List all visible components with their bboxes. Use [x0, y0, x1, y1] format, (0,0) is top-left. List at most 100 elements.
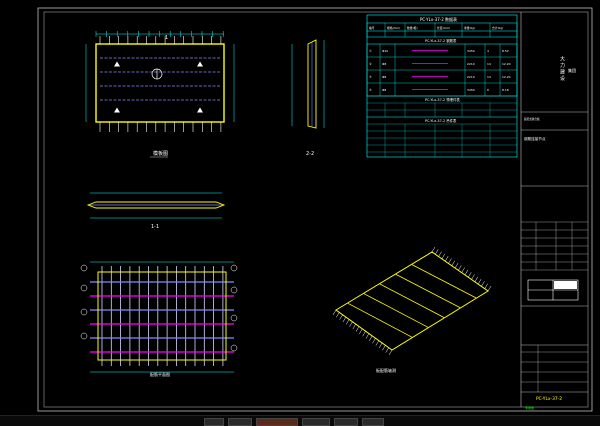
panel-outline [95, 43, 225, 123]
callout-bubble [230, 264, 238, 272]
axon-bar [395, 273, 461, 309]
table-cell: ④ [369, 88, 372, 92]
elevation-view[interactable]: 1 模板图 [85, 31, 235, 158]
axon-stub [481, 281, 485, 287]
table-header-cell: 长度(mm) [437, 26, 450, 30]
lift-point-icon [114, 61, 120, 67]
table-header-cell: 编号 [369, 26, 375, 30]
table-cell: ① [369, 49, 372, 53]
axon-stub [464, 269, 469, 276]
callout-bubble [80, 332, 88, 340]
axon-stub [461, 267, 465, 273]
axonometric-view[interactable]: 板配筋轴测 [332, 246, 492, 373]
sign-box-fill [554, 281, 577, 289]
axon-bar [363, 293, 429, 328]
axon-stub [388, 349, 393, 356]
stamp-label: 专用章 [525, 405, 534, 410]
table-cell: 2210 [467, 75, 475, 79]
table-cell: 2210 [467, 62, 475, 66]
axon-stub [375, 340, 380, 346]
axon-stub [362, 331, 366, 337]
table-1-subtitle: PC-YLx-37-2 钢筋表 [425, 38, 457, 43]
axon-bar [379, 283, 445, 318]
axon-stub [468, 272, 472, 278]
axon-stub [448, 258, 452, 264]
callout-bubble [80, 264, 88, 272]
axon-stub [336, 312, 340, 318]
lift-point-icon [197, 61, 203, 67]
axon-stub [369, 335, 373, 342]
axon-stub [487, 285, 492, 292]
axon-stub [451, 260, 455, 266]
axon-stub [435, 249, 439, 255]
table-header-cell: 重量(kg) [464, 26, 475, 30]
axon-stub [342, 316, 347, 323]
callout-bubble [230, 344, 238, 352]
section-22-label: 2-2 [306, 151, 314, 157]
table-cell: ② [369, 62, 372, 66]
rebar-plan-view[interactable]: 配筋平面图 [80, 261, 238, 377]
axon-stub [349, 321, 353, 327]
table-header-cell: 合计(kg) [492, 26, 503, 30]
axon-stub [352, 323, 356, 330]
axon-stub [438, 251, 442, 257]
rebar-table: PC-YLx-37-2 数据表 编号 规格(mm) 数量(根) 长度(mm) 重量(kg… [366, 14, 518, 158]
axon-bar [347, 302, 413, 338]
table-cell: 8.52 [502, 49, 509, 53]
project-name: 装配式叠合板 [524, 117, 540, 121]
axon-stub [385, 347, 389, 353]
table-cell: 12.20 [502, 75, 511, 79]
table-cell: 12.20 [502, 62, 511, 66]
table-cell: 3450 [467, 88, 475, 92]
section-11-view[interactable]: 1-1 [86, 192, 226, 230]
section-22-view[interactable]: 2-2 [291, 39, 325, 157]
table-cell: 14 [487, 75, 491, 79]
table-cell: ③ [369, 75, 372, 79]
drawing-sheet: 1 模板图 2-2 1-1 配筋平面图 板配筋轴测 PC-YLx-37-2 数据… [37, 7, 593, 412]
table-1-title: PC-YLx-37-2 数据表 [420, 16, 457, 22]
axon-stub [474, 276, 479, 282]
axon-stub [345, 319, 350, 325]
axon-stub [382, 345, 386, 351]
table-cell: 6 [487, 88, 489, 92]
title-block: 大 力 建 设 集团 装配式叠合板 钢筋连接节点 PC-YLx-37-2 专用章 [520, 12, 588, 410]
axon-stub [471, 274, 475, 280]
table-cell: 4 [487, 49, 489, 53]
callout-bubble [230, 286, 238, 294]
table-header-cell: 规格(mm) [387, 26, 400, 30]
table-cell: Φ8 [382, 62, 386, 66]
table-header-cell: 数量(根) [407, 26, 418, 30]
table-cell: Φ10 [382, 49, 388, 53]
lift-point-icon [114, 107, 120, 113]
axon-label: 板配筋轴测 [376, 367, 396, 373]
company-name: 大 力 建 设 [559, 55, 565, 82]
axon-bar [411, 264, 477, 299]
axon-stub [365, 333, 370, 339]
drawing-number: PC-YLx-37-2 [536, 396, 562, 402]
table-3-title: PC-YLx-37-2 吊件表 [425, 118, 457, 123]
section-marker-1: 1 [165, 35, 168, 41]
callout-bubble [80, 308, 88, 316]
axon-stub [458, 265, 462, 271]
company-line2: 集团 [568, 67, 576, 73]
table-cell: Φ8 [382, 88, 386, 92]
drawing-note: 钢筋连接节点 [524, 136, 546, 141]
axon-stub [477, 278, 482, 285]
axon-stub [441, 253, 446, 260]
callout-bubble [230, 314, 238, 322]
axon-stub [332, 309, 337, 316]
axon-stub [444, 256, 449, 262]
table-cell: 14 [487, 62, 491, 66]
axon-stub [484, 283, 488, 289]
rebar-plan-label: 配筋平面图 [150, 371, 170, 377]
axon-stub [355, 326, 360, 332]
lift-point-icon [197, 107, 203, 113]
axon-stub [359, 328, 363, 334]
taskbar [0, 415, 600, 426]
axon-stub [454, 262, 459, 269]
table-cell: Φ8 [382, 75, 386, 79]
axon-stub [431, 246, 436, 253]
axon-stub [378, 342, 383, 349]
axon-stub [372, 338, 376, 344]
table-2-title: PC-YLx-37-2 预埋件表 [425, 97, 460, 102]
